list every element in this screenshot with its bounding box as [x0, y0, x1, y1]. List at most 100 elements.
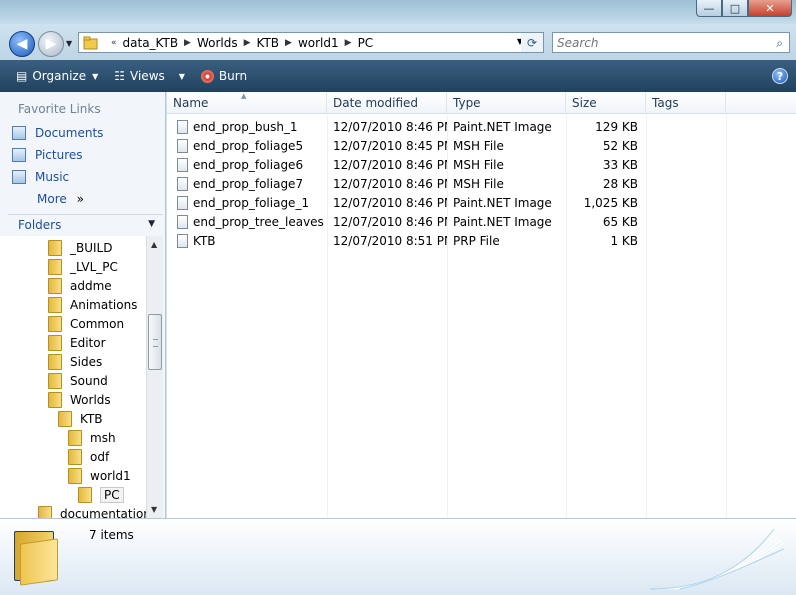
- folder-tree-item-label: Worlds: [70, 392, 111, 407]
- search-input[interactable]: [553, 33, 763, 52]
- column-header-label: Size: [572, 96, 597, 110]
- file-row[interactable]: end_prop_tree_leaves 12/07/2010 8:46 PM Pa…: [167, 212, 796, 231]
- scroll-up-icon[interactable]: ▲: [151, 240, 157, 249]
- file-row[interactable]: end_prop_foliage_1 12/07/2010 8:46 PM Pain…: [167, 193, 796, 212]
- breadcrumb-separator-icon[interactable]: ▶: [184, 38, 191, 48]
- close-button[interactable]: ✕: [748, 0, 792, 17]
- item-count: 7 items: [89, 528, 134, 542]
- command-bar: ▤ Organize ▼ ☷ Views ▼ Burn ?: [0, 60, 796, 92]
- breadcrumb-separator-icon[interactable]: ▶: [345, 38, 352, 48]
- folder-tree-item[interactable]: Common: [48, 314, 124, 333]
- folder-tree-item[interactable]: odf: [68, 447, 109, 466]
- column-header-tags[interactable]: Tags: [646, 92, 726, 114]
- favorite-link-music[interactable]: Music: [12, 168, 69, 186]
- column-header-name[interactable]: Name ▲: [167, 92, 327, 114]
- file-row[interactable]: end_prop_foliage7 12/07/2010 8:46 PM MSH F…: [167, 174, 796, 193]
- recent-pages-dropdown[interactable]: ▼: [66, 39, 72, 48]
- folder-tree-item[interactable]: Editor: [48, 333, 106, 352]
- folder-icon: [83, 36, 98, 49]
- help-icon[interactable]: ?: [772, 68, 788, 84]
- breadcrumb-data-ktb[interactable]: data_KTB: [123, 36, 179, 50]
- refresh-button[interactable]: ⟳: [521, 32, 544, 53]
- file-date-modified: 12/07/2010 8:46 PM: [327, 174, 447, 193]
- favorite-link-pictures[interactable]: Pictures: [12, 146, 83, 164]
- navigation-pane: Favorite Links Documents Pictures Music …: [0, 92, 166, 518]
- file-row[interactable]: end_prop_foliage5 12/07/2010 8:45 PM MSH F…: [167, 136, 796, 155]
- back-button[interactable]: ◀: [9, 31, 35, 57]
- more-links-button[interactable]: More »: [37, 192, 84, 206]
- file-size: 28 KB: [566, 174, 646, 193]
- minimize-button[interactable]: —: [696, 0, 722, 17]
- file-type-text: MSH File: [453, 157, 504, 172]
- column-header-type[interactable]: Type: [447, 92, 566, 114]
- documents-icon: [12, 126, 26, 140]
- explorer-window: — □ ✕ ◀ ▶ ▼ « data_KTB ▶ Worlds ▶ KTB ▶ …: [0, 0, 796, 595]
- file-type-text: Paint.NET Image: [453, 119, 552, 134]
- folder-tree-item[interactable]: documentation: [38, 504, 146, 518]
- breadcrumb-worlds[interactable]: Worlds: [197, 36, 238, 50]
- file-date-modified: 12/07/2010 8:46 PM: [327, 117, 447, 136]
- column-header-size[interactable]: Size: [566, 92, 646, 114]
- scrollbar-thumb[interactable]: [148, 314, 162, 370]
- folder-tree-item[interactable]: Sides: [48, 352, 102, 371]
- folder-tree-item-label: Sound: [70, 373, 108, 388]
- file-size-text: 28 KB: [602, 176, 638, 191]
- views-button[interactable]: ☷ Views ▼: [106, 60, 193, 92]
- chevron-down-icon: ▼: [92, 71, 99, 81]
- folder-tree-item[interactable]: KTB: [58, 409, 103, 428]
- file-type: Paint.NET Image: [447, 193, 566, 212]
- file-type: Paint.NET Image: [447, 212, 566, 231]
- forward-button[interactable]: ▶: [38, 31, 64, 57]
- burn-button[interactable]: Burn: [193, 60, 255, 92]
- back-arrow-icon: ◀: [16, 36, 28, 52]
- folder-icon: [48, 315, 62, 332]
- folder-tree-item[interactable]: _LVL_PC: [48, 257, 118, 276]
- file-row[interactable]: KTB 12/07/2010 8:51 PM PRP File 1 KB: [167, 231, 796, 250]
- folder-tree-item[interactable]: world1: [68, 466, 131, 485]
- file-icon: [177, 176, 188, 191]
- breadcrumb-separator-icon[interactable]: ▶: [244, 38, 251, 48]
- folder-tree-item-label: odf: [90, 449, 110, 464]
- folder-tree-scrollbar[interactable]: ▲ ▼: [146, 236, 163, 518]
- folders-header[interactable]: Folders ▼: [8, 214, 163, 234]
- folder-tree-item[interactable]: Animations: [48, 295, 137, 314]
- search-icon[interactable]: ⌕: [776, 36, 783, 51]
- file-type-text: PRP File: [453, 233, 500, 248]
- breadcrumb-ktb[interactable]: KTB: [257, 36, 280, 50]
- folder-tree-item[interactable]: msh: [68, 428, 116, 447]
- breadcrumb-world1[interactable]: world1: [298, 36, 339, 50]
- double-chevron-right-icon: »: [76, 192, 84, 206]
- refresh-icon: ⟳: [526, 35, 538, 50]
- burn-disc-icon: [200, 69, 214, 83]
- favorite-link-documents[interactable]: Documents: [12, 124, 103, 142]
- folder-tree-item[interactable]: PC: [78, 485, 124, 504]
- breadcrumb-overflow-icon[interactable]: «: [111, 38, 117, 48]
- file-row[interactable]: end_prop_bush_1 12/07/2010 8:46 PM Paint.N…: [167, 117, 796, 136]
- file-date-modified-text: 12/07/2010 8:46 PM: [333, 176, 447, 191]
- column-header-row: Name ▲ Date modified Type Size Tags: [167, 92, 796, 114]
- maximize-button[interactable]: □: [722, 0, 748, 17]
- folder-tree-item-label: PC: [100, 486, 124, 503]
- file-size: 65 KB: [566, 212, 646, 231]
- scroll-down-icon[interactable]: ▼: [151, 505, 157, 514]
- favorite-link-label: Pictures: [35, 148, 83, 162]
- folder-tree-item[interactable]: _BUILD: [48, 238, 112, 257]
- folder-icon: [48, 277, 62, 294]
- column-header-date-modified[interactable]: Date modified: [327, 92, 447, 114]
- breadcrumb-pc[interactable]: PC: [358, 36, 374, 50]
- folder-tree-item-label: _LVL_PC: [70, 259, 118, 274]
- organize-button[interactable]: ▤ Organize ▼: [0, 60, 106, 92]
- folder-icon: [68, 467, 82, 484]
- address-bar[interactable]: « data_KTB ▶ Worlds ▶ KTB ▶ world1 ▶ PC …: [78, 32, 544, 53]
- breadcrumb-separator-icon[interactable]: ▶: [285, 38, 292, 48]
- folder-icon: [38, 505, 52, 518]
- folders-label: Folders: [18, 217, 62, 232]
- file-type: MSH File: [447, 155, 566, 174]
- folder-tree-item[interactable]: Sound: [48, 371, 108, 390]
- folder-tree-item[interactable]: addme: [48, 276, 112, 295]
- file-row[interactable]: end_prop_foliage6 12/07/2010 8:46 PM MSH F…: [167, 155, 796, 174]
- folder-tree-item[interactable]: Worlds: [48, 390, 111, 409]
- file-date-modified-text: 12/07/2010 8:46 PM: [333, 119, 447, 134]
- folder-tree-item-label: world1: [90, 468, 131, 483]
- chevron-down-icon: ▼: [178, 71, 185, 81]
